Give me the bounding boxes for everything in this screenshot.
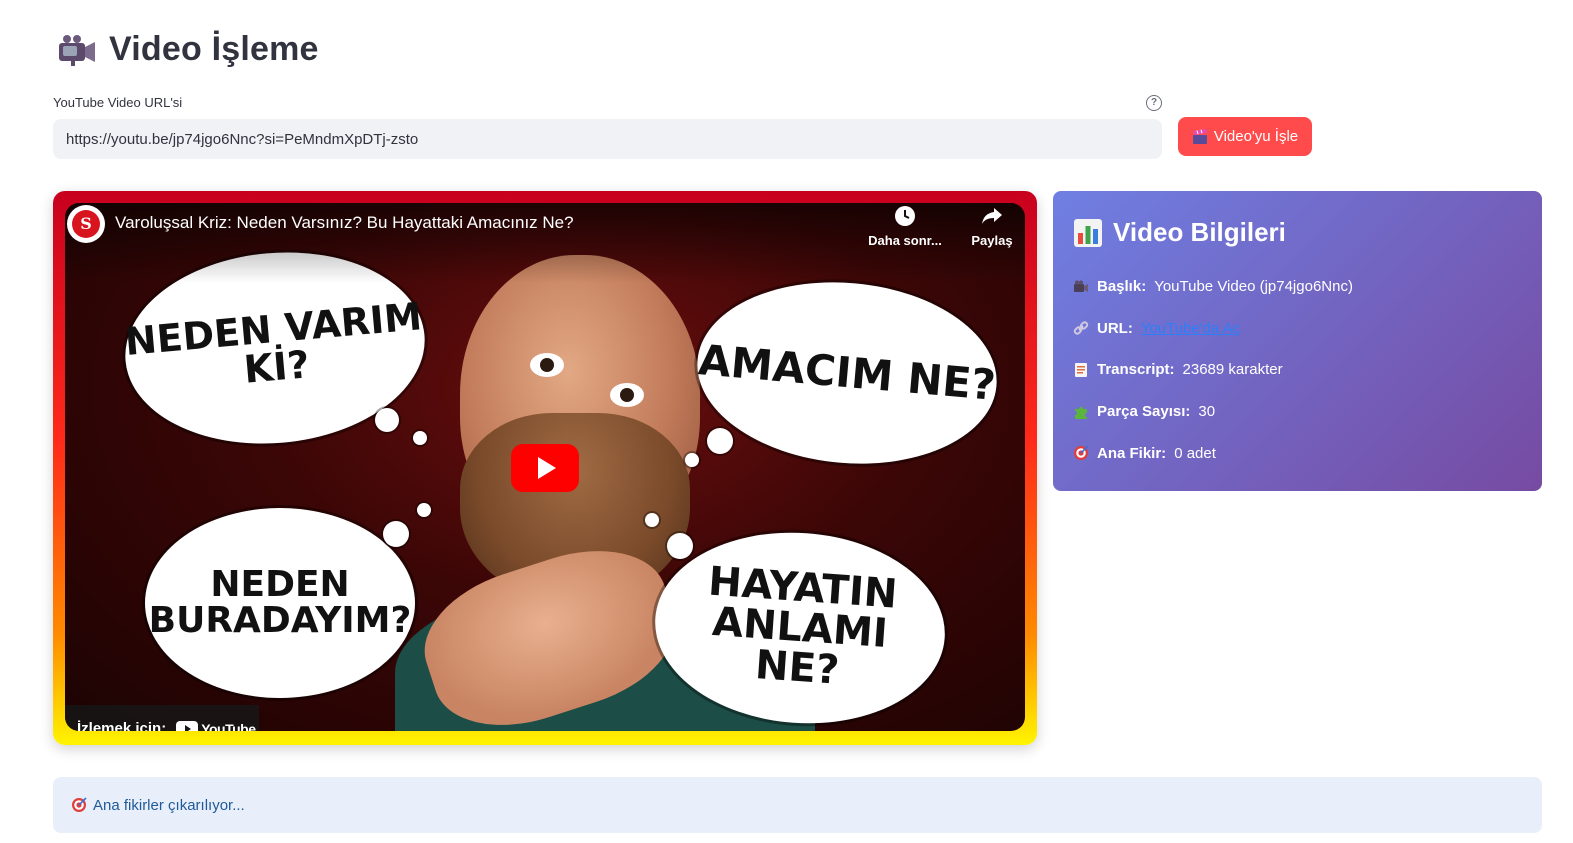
status-message: Ana fikirler çıkarılıyor... xyxy=(53,777,1542,833)
thought-bubble-3: NEDEN BURADAYIM? xyxy=(145,508,415,698)
video-thumbnail[interactable]: NEDEN VARIM Kİ? AMACIM NE? NEDEN BURADAY… xyxy=(65,203,1025,731)
video-info-card: Video Bilgileri Başlık: YouTube Video (j… xyxy=(1053,191,1542,491)
bar-chart-icon xyxy=(1074,218,1102,247)
youtube-video-player[interactable]: NEDEN VARIM Kİ? AMACIM NE? NEDEN BURADAY… xyxy=(53,191,1037,745)
thought-dot xyxy=(375,408,399,432)
url-field-label: YouTube Video URL'si xyxy=(53,95,183,110)
info-value-title: YouTube Video (jp74jgo6Nnc) xyxy=(1154,278,1353,296)
youtube-brand-label: YouTube xyxy=(201,720,256,732)
open-on-youtube-link[interactable]: YouTube'da Aç xyxy=(1141,320,1240,337)
info-card-header: Video Bilgileri xyxy=(1073,217,1522,248)
info-card-title: Video Bilgileri xyxy=(1113,217,1286,247)
process-video-button[interactable]: Video'yu İşle xyxy=(1178,117,1312,156)
watch-later-button[interactable]: Daha sonr... xyxy=(865,205,945,248)
info-label-title: Başlık: xyxy=(1097,278,1147,296)
thought-dot xyxy=(645,513,659,527)
info-label-main-ideas: Ana Fikir: xyxy=(1097,444,1167,462)
thought-bubble-2: AMACIM NE? xyxy=(689,270,1005,476)
document-icon xyxy=(1073,362,1089,378)
thought-dot xyxy=(707,428,733,454)
target-icon xyxy=(72,797,87,812)
video-title[interactable]: Varoluşsal Kriz: Neden Varsınız? Bu Haya… xyxy=(115,213,574,233)
question-circle-icon[interactable]: ? xyxy=(1146,95,1162,111)
thought-dot xyxy=(667,533,693,559)
info-row-chunks: Parça Sayısı: 30 xyxy=(1073,391,1522,433)
youtube-logo: YouTube xyxy=(176,720,256,732)
info-value-chunks: 30 xyxy=(1198,403,1216,421)
app-page: Video İşleme YouTube Video URL'si ? Vide… xyxy=(0,0,1573,843)
status-text: Ana fikirler çıkarılıyor... xyxy=(93,796,245,814)
link-icon xyxy=(1073,320,1089,336)
watch-on-youtube[interactable]: İzlemek için: YouTube xyxy=(65,705,259,731)
video-camera-icon xyxy=(1073,279,1089,295)
puzzle-icon xyxy=(1073,404,1089,420)
clock-icon xyxy=(895,206,915,226)
thought-dot xyxy=(413,431,427,445)
info-row-title: Başlık: YouTube Video (jp74jgo6Nnc) xyxy=(1073,266,1522,308)
info-value-transcript: 23689 karakter xyxy=(1182,361,1283,379)
info-value-main-ideas: 0 adet xyxy=(1174,444,1216,462)
thumbnail-eye-right xyxy=(610,383,644,407)
youtube-url-input[interactable] xyxy=(53,119,1162,159)
process-button-label: Video'yu İşle xyxy=(1213,128,1299,145)
info-label-chunks: Parça Sayısı: xyxy=(1097,403,1191,421)
channel-avatar[interactable]: S xyxy=(67,205,105,243)
thumbnail-eye-left xyxy=(530,353,564,377)
thought-dot xyxy=(417,503,431,517)
share-arrow-icon xyxy=(982,208,1002,224)
clapperboard-icon xyxy=(1192,128,1207,144)
play-button[interactable] xyxy=(511,444,579,492)
target-icon xyxy=(1073,445,1089,461)
watch-on-label: İzlemek için: xyxy=(77,720,167,731)
share-label: Paylaş xyxy=(971,233,1013,248)
page-header: Video İşleme xyxy=(57,30,319,69)
share-button[interactable]: Paylaş xyxy=(967,205,1017,248)
info-label-url: URL: xyxy=(1097,319,1133,337)
thought-dot xyxy=(383,521,409,547)
page-title: Video İşleme xyxy=(109,30,319,68)
video-camera-icon xyxy=(59,34,95,66)
info-row-url: URL: YouTube'da Aç xyxy=(1073,308,1522,350)
info-row-main-ideas: Ana Fikir: 0 adet xyxy=(1073,432,1522,474)
youtube-play-icon xyxy=(176,721,199,731)
watch-later-label: Daha sonr... xyxy=(868,233,942,248)
info-row-transcript: Transcript: 23689 karakter xyxy=(1073,349,1522,391)
thought-dot xyxy=(685,453,699,467)
info-label-transcript: Transcript: xyxy=(1097,361,1175,379)
